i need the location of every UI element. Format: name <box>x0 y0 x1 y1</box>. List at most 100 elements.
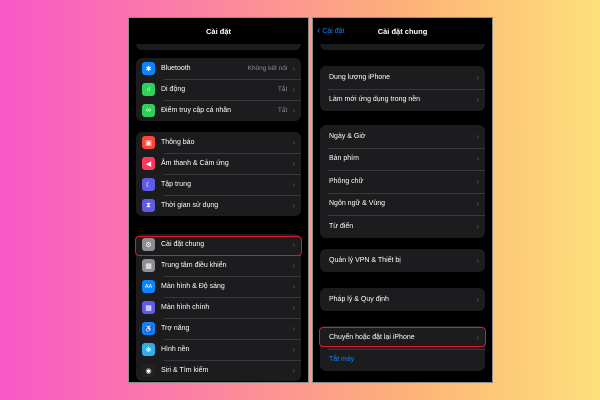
scrolled-group-edge <box>320 44 485 50</box>
general-row-chuyen-hoac-dat-lai-iphone[interactable]: Chuyển hoặc đặt lại iPhone › <box>320 326 485 349</box>
chevron-right-icon: › <box>292 261 295 270</box>
general-group: ⚙ Cài đặt chung › ▦ Trung tâm điều khiển › AA M… <box>136 234 301 381</box>
chevron-right-icon: › <box>476 294 479 304</box>
chevron-right-icon: › <box>476 199 479 209</box>
screen-time-icon: ⧗ <box>142 199 155 212</box>
chevron-right-icon: › <box>476 221 479 231</box>
chevron-right-icon: › <box>292 201 295 210</box>
bluetooth-icon: ✱ <box>142 62 155 75</box>
general-gear-icon: ⚙ <box>142 238 155 251</box>
back-button[interactable]: ‹ Cài đặt <box>317 18 345 44</box>
row-value: Tắt <box>277 86 288 93</box>
settings-row-trung-tam-dieu-khien[interactable]: ▦ Trung tâm điều khiển › <box>136 255 301 276</box>
storage-group: Dung lượng iPhone › Làm mới ứng dụng trong… <box>320 66 485 111</box>
settings-row-man-hinh-chinh[interactable]: ▦ Màn hình chính › <box>136 297 301 318</box>
chevron-right-icon: › <box>292 345 295 354</box>
back-label: Cài đặt <box>322 27 345 35</box>
chevron-right-icon: › <box>292 282 295 291</box>
general-nav-bar: ‹ Cài đặt Cài đặt chung <box>313 18 492 44</box>
settings-row-di-dong[interactable]: ıl Di động Tắt › <box>136 79 301 100</box>
settings-nav-bar: Cài đặt <box>129 18 308 44</box>
general-row-lam-moi-ung-dung-trong-nen[interactable]: Làm mới ứng dụng trong nền › <box>320 88 485 112</box>
page-title: Cài đặt chung <box>377 26 428 36</box>
row-label: Trợ năng <box>161 325 190 332</box>
settings-row-thong-bao[interactable]: ▣ Thông báo › <box>136 132 301 153</box>
general-row-ngay-gio[interactable]: Ngày & Giờ › <box>320 125 485 148</box>
sounds-icon: ◀ <box>142 157 155 170</box>
row-label: Di động <box>161 86 186 93</box>
row-label: Tập trung <box>161 181 191 188</box>
chevron-right-icon: › <box>292 366 295 375</box>
chevron-right-icon: › <box>476 176 479 186</box>
scrolled-group-edge <box>136 44 301 50</box>
control-center-icon: ▦ <box>142 259 155 272</box>
chevron-right-icon: › <box>476 72 479 82</box>
wallpaper-icon: ❋ <box>142 343 155 356</box>
chevron-right-icon: › <box>476 255 479 265</box>
settings-row-am-thanh-cam-ung[interactable]: ◀ Âm thanh & Cảm ứng › <box>136 153 301 174</box>
home-screen-icon: ▦ <box>142 301 155 314</box>
chevron-right-icon: › <box>476 95 479 105</box>
row-label: Dung lượng iPhone <box>329 73 391 81</box>
siri-icon: ◉ <box>142 364 155 377</box>
row-label: Ngôn ngữ & Vùng <box>329 200 386 208</box>
row-label: Âm thanh & Cảm ứng <box>161 160 229 167</box>
row-label: Thông báo <box>161 139 195 146</box>
row-label: Trung tâm điều khiển <box>161 262 227 269</box>
row-label: Chuyển hoặc đặt lại iPhone <box>329 333 415 341</box>
settings-row-bluetooth[interactable]: ✱ Bluetooth Không kết nối › <box>136 58 301 79</box>
chevron-right-icon: › <box>292 138 295 147</box>
settings-row-siri-tim-kiem[interactable]: ◉ Siri & Tìm kiếm › <box>136 360 301 381</box>
row-label: Làm mới ứng dụng trong nền <box>329 96 420 104</box>
settings-row-tro-nang[interactable]: ♿ Trợ năng › <box>136 318 301 339</box>
row-label: Tắt máy <box>329 356 355 364</box>
chevron-right-icon: › <box>476 131 479 141</box>
general-row-quan-ly-vpn-thiet-bi[interactable]: Quản lý VPN & Thiết bị › <box>320 249 485 272</box>
chevron-right-icon: › <box>476 332 479 342</box>
general-settings-screen: ‹ Cài đặt Cài đặt chung Dung lượng iPhon… <box>312 17 493 383</box>
chevron-right-icon: › <box>292 64 295 73</box>
connectivity-group: ✱ Bluetooth Không kết nối › ıl Di động Tắt › ∞ Đi… <box>136 58 301 121</box>
settings-row-hinh-nen[interactable]: ❋ Hình nền › <box>136 339 301 360</box>
general-row-dung-luong-iphone[interactable]: Dung lượng iPhone › <box>320 66 485 89</box>
chevron-right-icon: › <box>292 106 295 115</box>
chevron-right-icon: › <box>292 240 295 249</box>
chevron-right-icon: › <box>292 324 295 333</box>
locale-group: Ngày & Giờ › Bàn phím › Phông chữ › Ngôn ngữ &… <box>320 125 485 238</box>
accessibility-icon: ♿ <box>142 322 155 335</box>
settings-row-tap-trung[interactable]: ☾ Tập trung › <box>136 174 301 195</box>
chevron-right-icon: › <box>292 303 295 312</box>
row-label: Thời gian sử dụng <box>161 202 219 209</box>
general-row-ngon-ngu-vung[interactable]: Ngôn ngữ & Vùng › <box>320 192 485 216</box>
notifications-group: ▣ Thông báo › ◀ Âm thanh & Cảm ứng › ☾ Tập trun… <box>136 132 301 216</box>
display-icon: AA <box>142 280 155 293</box>
row-label: Bàn phím <box>329 155 359 163</box>
general-row-phong-chu[interactable]: Phông chữ › <box>320 170 485 193</box>
general-row-phap-ly-quy-dinh[interactable]: Pháp lý & Quy định › <box>320 288 485 311</box>
row-label: Pháp lý & Quy định <box>329 295 389 303</box>
cellular-icon: ıl <box>142 83 155 96</box>
row-label: Hình nền <box>161 346 190 353</box>
settings-row-cai-dat-chung[interactable]: ⚙ Cài đặt chung › <box>136 234 301 255</box>
shutdown-button[interactable]: Tắt máy <box>320 348 485 372</box>
chevron-left-icon: ‹ <box>317 25 321 36</box>
row-label: Bluetooth <box>161 65 191 72</box>
page-title: Cài đặt <box>205 26 231 36</box>
reset-group: Chuyển hoặc đặt lại iPhone › Tắt máy <box>320 326 485 371</box>
settings-row-thoi-gian-su-dung[interactable]: ⧗ Thời gian sử dụng › <box>136 195 301 216</box>
settings-row-man-hinh-do-sang[interactable]: AA Màn hình & Độ sáng › <box>136 276 301 297</box>
hotspot-icon: ∞ <box>142 104 155 117</box>
row-label: Màn hình chính <box>161 304 210 311</box>
chevron-right-icon: › <box>292 85 295 94</box>
row-label: Siri & Tìm kiếm <box>161 367 209 374</box>
row-label: Màn hình & Độ sáng <box>161 283 225 290</box>
general-row-tu-dien[interactable]: Từ điển › <box>320 215 485 238</box>
focus-icon: ☾ <box>142 178 155 191</box>
chevron-right-icon: › <box>292 159 295 168</box>
row-label: Quản lý VPN & Thiết bị <box>329 256 401 264</box>
settings-screen: Cài đặt ✱ Bluetooth Không kết nối › ıl Di độn… <box>128 17 309 383</box>
settings-row-diem-truy-cap-ca-nhan[interactable]: ∞ Điểm truy cập cá nhân Tắt › <box>136 100 301 121</box>
notifications-icon: ▣ <box>142 136 155 149</box>
row-label: Phông chữ <box>329 177 364 185</box>
general-row-ban-phim[interactable]: Bàn phím › <box>320 147 485 171</box>
